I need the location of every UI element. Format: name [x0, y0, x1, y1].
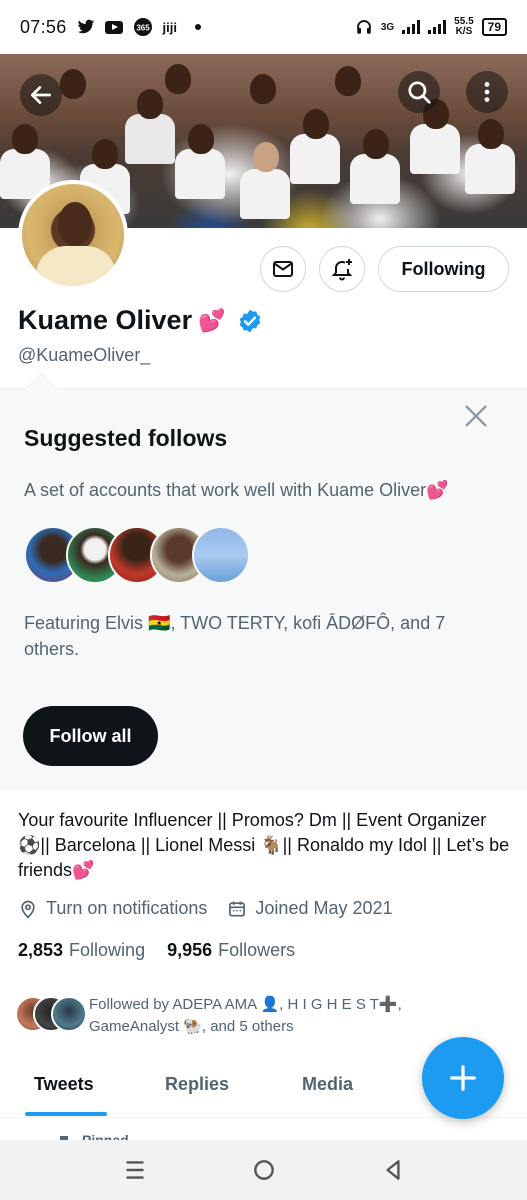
signal-icon-2 [428, 20, 447, 34]
avatar [192, 526, 250, 584]
app-notification-icon: 365 [133, 18, 152, 36]
notifications-button[interactable] [319, 246, 365, 292]
status-bar: 07:56 365 jiji 3G 55.5 K/S 79 [0, 0, 527, 54]
back-arrow-icon [30, 86, 52, 104]
joined-meta: Joined May 2021 [227, 898, 393, 919]
notifications-meta-label: Turn on notifications [46, 898, 208, 918]
more-vertical-icon [484, 82, 490, 102]
following-count-link[interactable]: 2,853 Following [18, 940, 145, 961]
display-name: Kuame Oliver 💕 [18, 305, 263, 336]
search-icon [408, 81, 431, 104]
notifications-meta[interactable]: Turn on notifications [18, 898, 207, 919]
jiji-notification-icon: jiji [162, 19, 177, 35]
profile-avatar[interactable] [18, 180, 128, 290]
plus-icon [450, 1065, 476, 1091]
followers-count-link[interactable]: 9,956 Followers [167, 940, 295, 961]
suggested-follows-description: A set of accounts that work well with Ku… [24, 480, 449, 500]
recent-apps-icon[interactable] [122, 1157, 148, 1183]
followed-by[interactable]: Followed by ADEPA AMA 👤, H I G H E S T➕,… [15, 994, 429, 1038]
profile-bio: Your favourite Influencer || Promos? Dm … [18, 810, 510, 880]
status-time: 07:56 [20, 16, 67, 37]
more-options-button[interactable] [466, 71, 508, 113]
follow-counts: 2,853 Following 9,956 Followers [18, 940, 295, 961]
signal-icon [402, 20, 421, 34]
back-button[interactable] [20, 74, 62, 116]
joined-meta-label: Joined May 2021 [255, 898, 393, 918]
battery-icon: 79 [481, 18, 507, 36]
calendar-icon [229, 901, 246, 916]
followers-count-label: Followers [218, 940, 296, 960]
suggested-featuring-text: Featuring Elvis 🇬🇭, TWO TERTY, kofi ĀDØF… [24, 613, 446, 659]
name-emoji: 💕 [198, 307, 226, 333]
followed-by-avatars [15, 996, 87, 1034]
close-suggestions-button[interactable] [462, 402, 490, 430]
verified-badge-icon[interactable] [237, 308, 263, 334]
system-navigation-bar [0, 1140, 527, 1200]
profile-handle: @KuameOliver_ [18, 345, 151, 365]
close-icon [465, 405, 487, 427]
tab-replies[interactable]: Replies [165, 1074, 229, 1095]
display-name-text: Kuame Oliver [18, 305, 193, 335]
envelope-icon [273, 261, 293, 277]
profile-meta: Turn on notifications Joined May 2021 [18, 898, 413, 919]
headset-icon [356, 20, 371, 34]
more-notifications-icon [195, 24, 201, 30]
following-button[interactable]: Following [378, 246, 509, 292]
compose-tweet-button[interactable] [422, 1037, 504, 1119]
location-pin-icon [21, 900, 35, 918]
network-speed: 55.5 K/S [454, 16, 474, 37]
tab-tweets[interactable]: Tweets [34, 1074, 94, 1095]
suggested-follows-title: Suggested follows [24, 425, 228, 451]
following-count: 2,853 [18, 940, 64, 960]
twitter-notification-icon [77, 19, 94, 34]
followers-count: 9,956 [167, 940, 213, 960]
followed-by-text: Followed by ADEPA AMA 👤, H I G H E S T➕,… [89, 996, 402, 1035]
bell-plus-icon [331, 259, 353, 281]
active-tab-indicator [25, 1112, 107, 1116]
message-button[interactable] [260, 246, 306, 292]
follow-all-button[interactable]: Follow all [23, 706, 158, 766]
svg-text:365: 365 [136, 24, 150, 33]
network-type: 3G [380, 21, 395, 33]
home-icon[interactable] [251, 1157, 277, 1183]
youtube-notification-icon [104, 20, 123, 34]
tab-media[interactable]: Media [302, 1074, 353, 1095]
back-triangle-icon[interactable] [380, 1157, 406, 1183]
search-button[interactable] [398, 71, 440, 113]
suggested-avatars[interactable] [24, 526, 250, 584]
avatar [51, 996, 87, 1032]
following-count-label: Following [69, 940, 146, 960]
